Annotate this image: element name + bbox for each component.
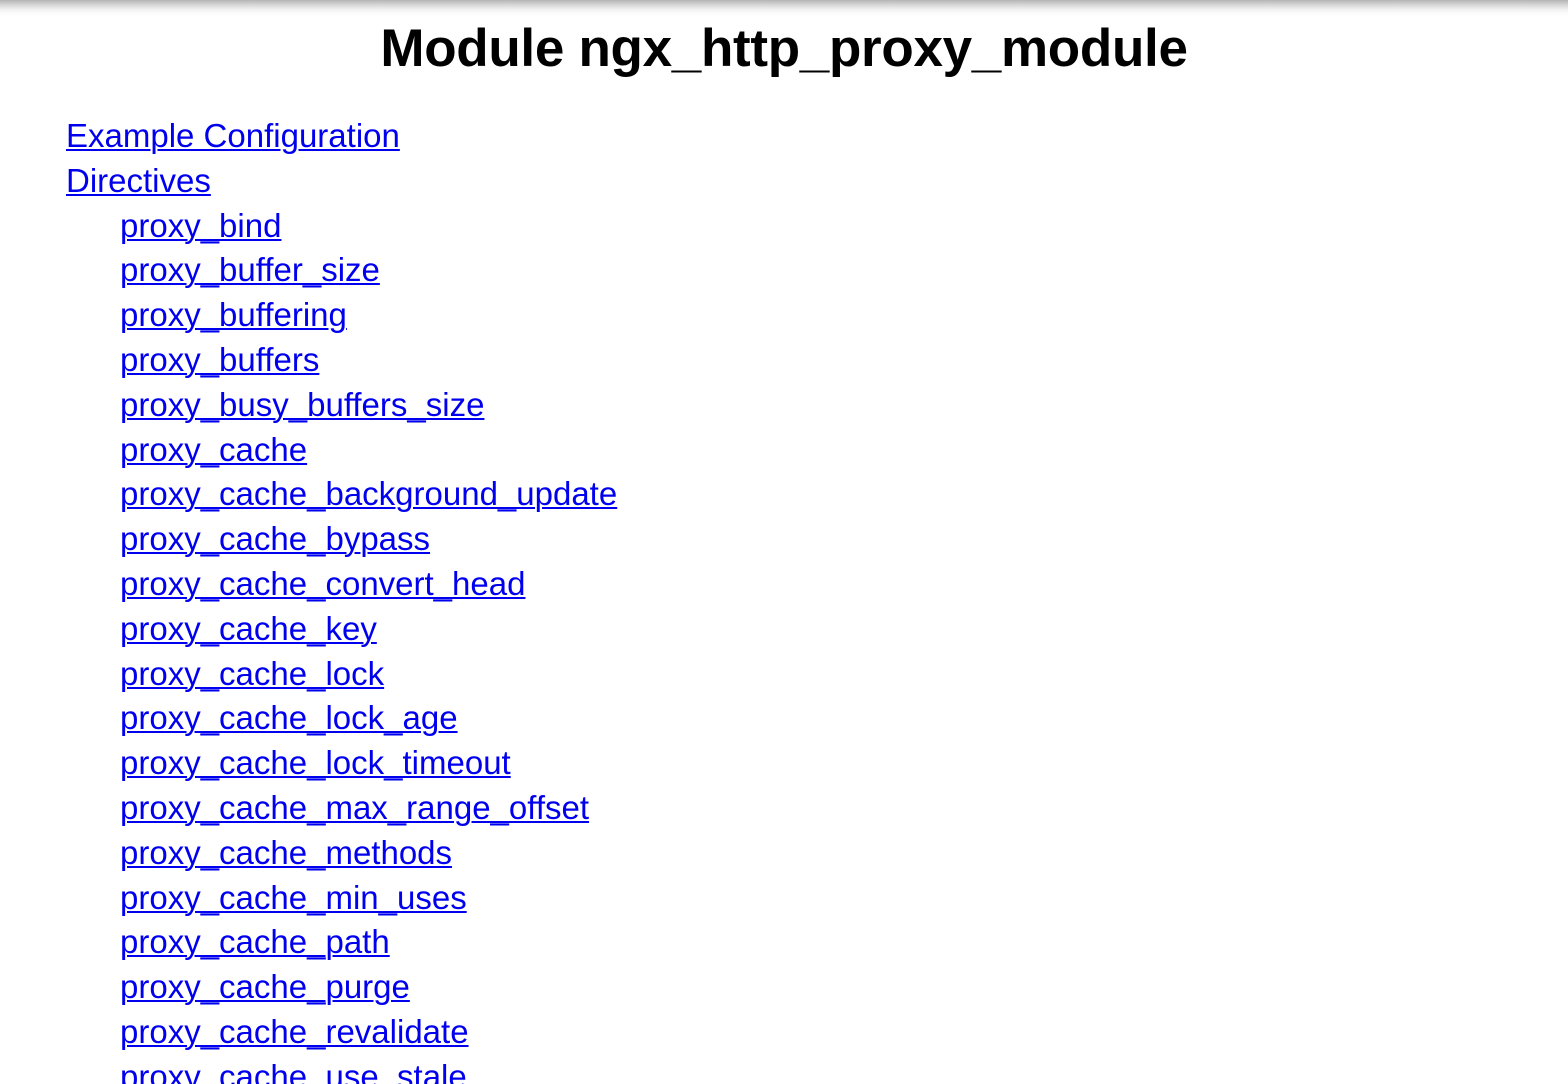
link-proxy-cache-key[interactable]: proxy_cache_key xyxy=(120,610,377,647)
link-proxy-cache[interactable]: proxy_cache xyxy=(120,431,307,468)
link-proxy-cache-min-uses[interactable]: proxy_cache_min_uses xyxy=(120,879,467,916)
link-proxy-buffering[interactable]: proxy_buffering xyxy=(120,296,347,333)
toc-item-directive: proxy_cache_key xyxy=(0,607,1568,652)
toc-item-directive: proxy_cache_bypass xyxy=(0,517,1568,562)
toc-item-directive: proxy_cache_min_uses xyxy=(0,876,1568,921)
link-proxy-cache-use-stale[interactable]: proxy_cache_use_stale xyxy=(120,1058,467,1084)
toc-item-directive: proxy_cache_methods xyxy=(0,831,1568,876)
link-proxy-cache-purge[interactable]: proxy_cache_purge xyxy=(120,968,410,1005)
link-proxy-bind[interactable]: proxy_bind xyxy=(120,207,281,244)
link-proxy-cache-path[interactable]: proxy_cache_path xyxy=(120,923,390,960)
link-proxy-cache-max-range-offset[interactable]: proxy_cache_max_range_offset xyxy=(120,789,589,826)
page-title: Module ngx_http_proxy_module xyxy=(380,19,1188,78)
toc-item-directive: proxy_cache_lock xyxy=(0,652,1568,697)
link-proxy-buffer-size[interactable]: proxy_buffer_size xyxy=(120,251,380,288)
toc-item-directive: proxy_buffers xyxy=(0,338,1568,383)
link-proxy-cache-bypass[interactable]: proxy_cache_bypass xyxy=(120,520,430,557)
toc-item-example-configuration: Example Configuration xyxy=(0,114,1568,159)
toc-item-directives: Directives xyxy=(0,159,1568,204)
toc-item-directive: proxy_cache_purge xyxy=(0,965,1568,1010)
toc-item-directive: proxy_cache_max_range_offset xyxy=(0,786,1568,831)
link-example-configuration[interactable]: Example Configuration xyxy=(66,117,400,154)
toc-item-directive: proxy_buffering xyxy=(0,293,1568,338)
link-proxy-buffers[interactable]: proxy_buffers xyxy=(120,341,319,378)
link-proxy-cache-lock-age[interactable]: proxy_cache_lock_age xyxy=(120,699,458,736)
toc-item-directive: proxy_bind xyxy=(0,204,1568,249)
link-proxy-cache-background-update[interactable]: proxy_cache_background_update xyxy=(120,475,617,512)
link-directives[interactable]: Directives xyxy=(66,162,211,199)
toc-item-directive: proxy_buffer_size xyxy=(0,248,1568,293)
link-proxy-cache-lock[interactable]: proxy_cache_lock xyxy=(120,655,384,692)
toc-item-directive: proxy_cache_path xyxy=(0,920,1568,965)
toc-item-directive: proxy_cache_background_update xyxy=(0,472,1568,517)
toc-item-directive: proxy_cache_use_stale xyxy=(0,1055,1568,1084)
toc-item-directive: proxy_cache_lock_age xyxy=(0,696,1568,741)
link-proxy-cache-revalidate[interactable]: proxy_cache_revalidate xyxy=(120,1013,469,1050)
link-proxy-busy-buffers-size[interactable]: proxy_busy_buffers_size xyxy=(120,386,484,423)
link-proxy-cache-lock-timeout[interactable]: proxy_cache_lock_timeout xyxy=(120,744,511,781)
toc-item-directive: proxy_cache xyxy=(0,428,1568,473)
toc-item-directive: proxy_cache_lock_timeout xyxy=(0,741,1568,786)
toc-item-directive: proxy_cache_revalidate xyxy=(0,1010,1568,1055)
link-proxy-cache-methods[interactable]: proxy_cache_methods xyxy=(120,834,452,871)
document-page: Module ngx_http_proxy_module Example Con… xyxy=(0,0,1568,1084)
link-proxy-cache-convert-head[interactable]: proxy_cache_convert_head xyxy=(120,565,525,602)
table-of-contents: Example Configuration Directives proxy_b… xyxy=(0,114,1568,1084)
toc-item-directive: proxy_cache_convert_head xyxy=(0,562,1568,607)
toc-item-directive: proxy_busy_buffers_size xyxy=(0,383,1568,428)
